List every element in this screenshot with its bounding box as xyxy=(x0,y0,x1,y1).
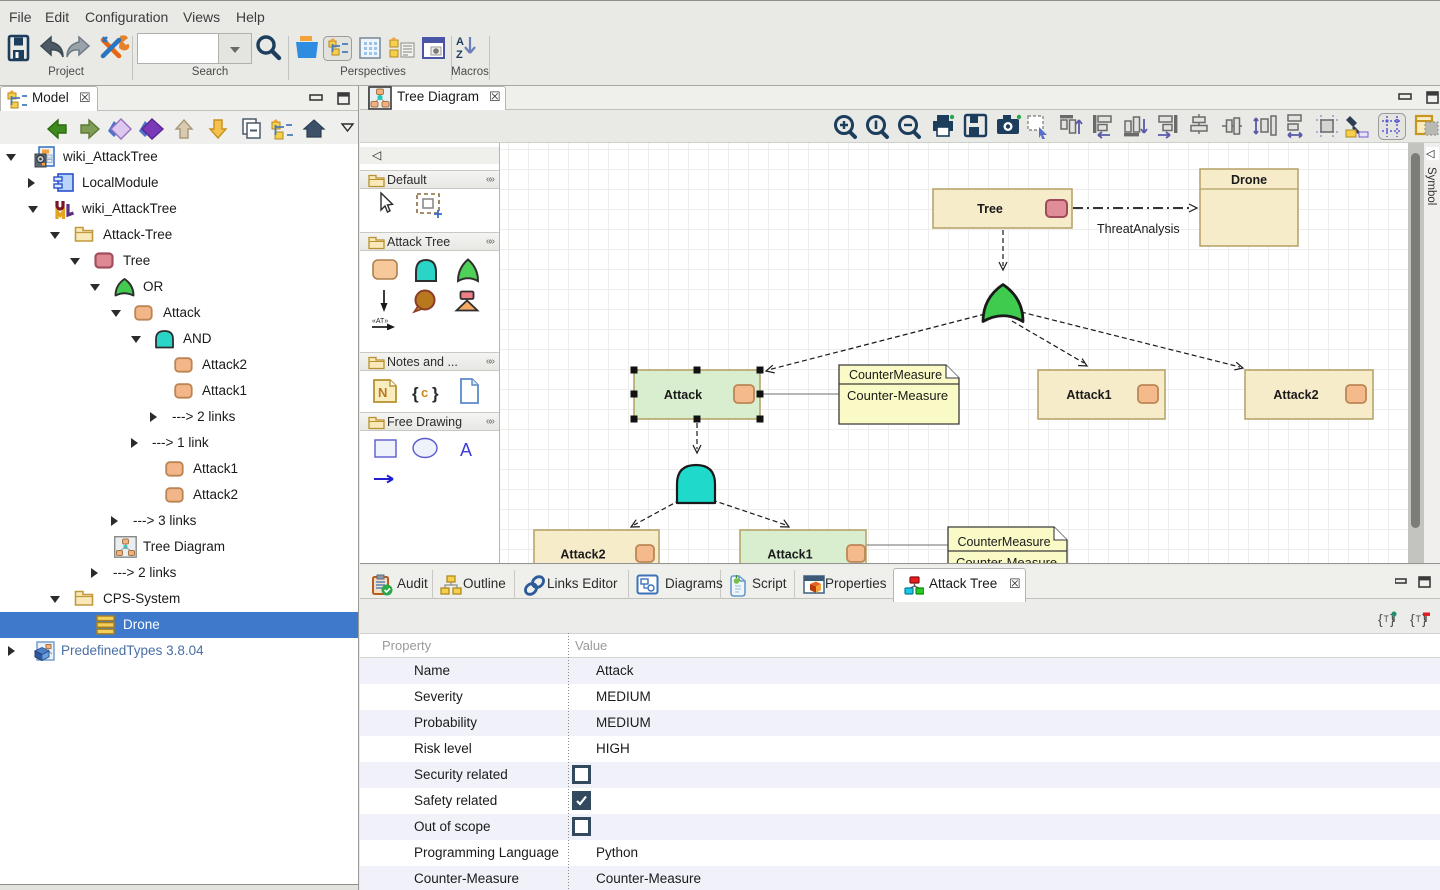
svg-text:{: { xyxy=(412,384,419,403)
svg-text:}: } xyxy=(432,384,439,403)
svg-text:Z: Z xyxy=(456,49,463,61)
svg-text:{: { xyxy=(1378,611,1383,627)
svg-text:A: A xyxy=(460,440,472,460)
svg-text:N: N xyxy=(378,385,387,400)
svg-text:Attack: Attack xyxy=(664,388,702,402)
svg-text:Attack1: Attack1 xyxy=(767,548,812,562)
svg-text:ThreatAnalysis: ThreatAnalysis xyxy=(1097,222,1180,236)
svg-text:Attack2: Attack2 xyxy=(560,548,605,562)
svg-text:Counter-Measure: Counter-Measure xyxy=(847,388,948,403)
svg-text:«AT»: «AT» xyxy=(372,318,388,325)
svg-text:Counter-Measure: Counter-Measure xyxy=(956,555,1057,563)
svg-text:Attack1: Attack1 xyxy=(1066,388,1111,402)
svg-text:Attack2: Attack2 xyxy=(1273,388,1318,402)
svg-text:CounterMeasure: CounterMeasure xyxy=(849,368,942,382)
svg-text:Drone: Drone xyxy=(1231,173,1267,187)
svg-text:{: { xyxy=(1410,611,1415,627)
svg-text:T: T xyxy=(1416,614,1422,624)
svg-text:CounterMeasure: CounterMeasure xyxy=(957,535,1050,549)
svg-text:c: c xyxy=(421,385,428,400)
svg-text:T: T xyxy=(1384,614,1390,624)
svg-text:A: A xyxy=(456,36,464,48)
svg-text:Tree: Tree xyxy=(977,202,1003,216)
